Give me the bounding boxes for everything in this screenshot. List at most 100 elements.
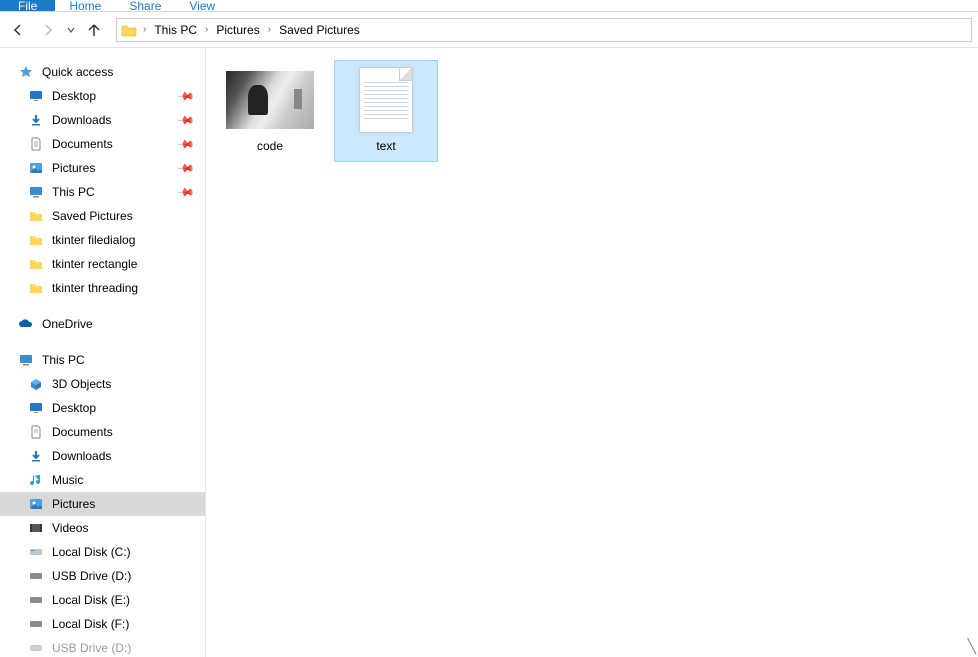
ribbon-tab-view[interactable]: View [175,0,229,11]
sidebar-item-label: Desktop [52,401,96,415]
pin-icon: 📌 [177,135,196,154]
sidebar-item-documents[interactable]: Documents 📌 [0,132,205,156]
sidebar-item-label: 3D Objects [52,377,111,391]
pictures-icon [28,160,44,176]
pin-icon: 📌 [177,183,196,202]
sidebar-item-local-disk-c[interactable]: Local Disk (C:) [0,540,205,564]
sidebar-item-label: Downloads [52,113,111,127]
breadcrumb-this-pc[interactable]: This PC [148,19,203,41]
sidebar-item-tkinter-rectangle[interactable]: tkinter rectangle [0,252,205,276]
navigation-pane[interactable]: Quick access Desktop 📌 Downloads 📌 Docum… [0,48,206,657]
sidebar-item-tkinter-filedialog[interactable]: tkinter filedialog [0,228,205,252]
computer-icon [18,352,34,368]
sidebar-item-label: Documents [52,137,113,151]
documents-icon [28,136,44,152]
sidebar-item-pictures[interactable]: Pictures 📌 [0,156,205,180]
3d-objects-icon [28,376,44,392]
drive-icon [28,640,44,656]
drive-icon [28,616,44,632]
sidebar-item-thispc[interactable]: This PC 📌 [0,180,205,204]
pin-icon: 📌 [177,111,196,130]
up-button[interactable] [82,18,106,42]
sidebar-item-label: Local Disk (C:) [52,545,131,559]
sidebar-item-documents-pc[interactable]: Documents [0,420,205,444]
breadcrumb-pictures[interactable]: Pictures [210,19,265,41]
main-area: Quick access Desktop 📌 Downloads 📌 Docum… [0,48,978,657]
documents-icon [28,424,44,440]
sidebar-item-label: Videos [52,521,88,535]
sidebar-item-desktop-pc[interactable]: Desktop [0,396,205,420]
sidebar-item-usb-drive-d[interactable]: USB Drive (D:) [0,564,205,588]
ribbon-tab-file[interactable]: File [0,0,55,11]
file-item-code[interactable]: code [218,60,322,162]
folder-icon [121,23,137,37]
file-list[interactable]: code text [206,48,978,657]
downloads-icon [28,448,44,464]
sidebar-item-label: OneDrive [42,317,93,331]
sidebar-item-label: Music [52,473,83,487]
videos-icon [28,520,44,536]
sidebar-item-label: Quick access [42,65,113,79]
sidebar-item-label: tkinter rectangle [52,257,137,271]
file-thumbnail [342,67,430,133]
sidebar-item-label: Desktop [52,89,96,103]
disk-icon [28,544,44,560]
sidebar-item-local-disk-f[interactable]: Local Disk (F:) [0,612,205,636]
sidebar-item-downloads-pc[interactable]: Downloads [0,444,205,468]
file-name-label: text [376,139,395,153]
sidebar-item-label: Saved Pictures [52,209,133,223]
pictures-icon [28,496,44,512]
sidebar-item-label: Local Disk (F:) [52,617,129,631]
sidebar-item-music[interactable]: Music [0,468,205,492]
breadcrumb-saved-pictures[interactable]: Saved Pictures [273,19,366,41]
file-item-text[interactable]: text [334,60,438,162]
sidebar-quick-access[interactable]: Quick access [0,60,205,84]
music-icon [28,472,44,488]
drive-icon [28,592,44,608]
navigation-bar: › This PC › Pictures › Saved Pictures [0,12,978,48]
pin-icon: 📌 [177,87,196,106]
chevron-right-icon[interactable]: › [203,24,210,35]
quick-access-icon [18,64,34,80]
sidebar-item-label: Pictures [52,497,95,511]
sidebar-item-label: Documents [52,425,113,439]
downloads-icon [28,112,44,128]
drive-icon [28,568,44,584]
computer-icon [28,184,44,200]
chevron-right-icon[interactable]: › [266,24,273,35]
sidebar-item-label: Downloads [52,449,111,463]
sidebar-item-3d-objects[interactable]: 3D Objects [0,372,205,396]
sidebar-item-videos[interactable]: Videos [0,516,205,540]
sidebar-item-label: USB Drive (D:) [52,569,131,583]
onedrive-icon [18,316,34,332]
desktop-icon [28,400,44,416]
sidebar-this-pc[interactable]: This PC [0,348,205,372]
sidebar-item-downloads[interactable]: Downloads 📌 [0,108,205,132]
sidebar-item-pictures-pc[interactable]: Pictures [0,492,205,516]
sidebar-onedrive[interactable]: OneDrive [0,312,205,336]
sidebar-item-label: tkinter threading [52,281,138,295]
sidebar-item-local-disk-e[interactable]: Local Disk (E:) [0,588,205,612]
folder-icon [28,280,44,296]
address-bar[interactable]: › This PC › Pictures › Saved Pictures [116,18,972,42]
sidebar-item-label: Local Disk (E:) [52,593,130,607]
sidebar-item-label: tkinter filedialog [52,233,135,247]
ribbon-tab-share[interactable]: Share [115,0,175,11]
file-thumbnail [226,67,314,133]
sidebar-item-tkinter-threading[interactable]: tkinter threading [0,276,205,300]
file-name-label: code [257,139,283,153]
chevron-right-icon[interactable]: › [141,24,148,35]
sidebar-item-desktop[interactable]: Desktop 📌 [0,84,205,108]
folder-icon [28,232,44,248]
sidebar-item-label: USB Drive (D:) [52,641,131,655]
forward-button[interactable] [36,18,60,42]
back-button[interactable] [6,18,30,42]
pin-icon: 📌 [177,159,196,178]
ribbon-tab-home[interactable]: Home [55,0,115,11]
recent-locations-dropdown[interactable] [66,25,76,35]
desktop-icon [28,88,44,104]
resize-grip-icon[interactable]: ╲ [968,638,976,655]
sidebar-item-saved-pictures[interactable]: Saved Pictures [0,204,205,228]
sidebar-item-usb-drive-d-2[interactable]: USB Drive (D:) [0,636,205,657]
sidebar-item-label: Pictures [52,161,95,175]
